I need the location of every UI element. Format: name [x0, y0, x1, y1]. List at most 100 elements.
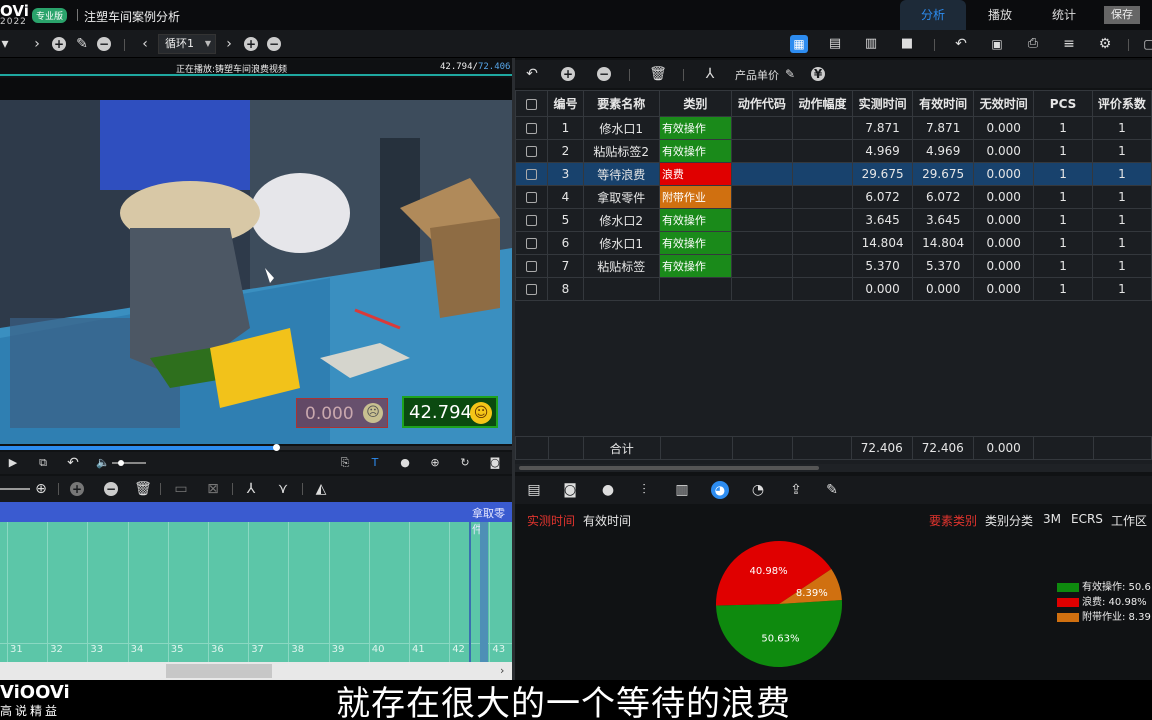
cell-measured[interactable]: 5.370 [852, 254, 914, 278]
cell-action-code[interactable] [730, 185, 793, 209]
cell-effective[interactable]: 4.969 [912, 139, 975, 163]
person-icon[interactable]: ⅄ [242, 480, 260, 498]
cell-effective[interactable]: 29.675 [912, 162, 975, 186]
pie-chart-icon[interactable]: ◕ [711, 481, 729, 499]
cell-name[interactable]: 拿取零件 [582, 185, 660, 209]
add-icon[interactable]: + [561, 67, 575, 81]
table-row[interactable]: 7 粘贴标签 有效操作 5.370 5.370 0.000 1 1 [515, 254, 1152, 278]
video-progress-knob[interactable] [273, 444, 281, 451]
cell-coef[interactable]: 1 [1091, 254, 1152, 278]
yen-icon[interactable]: ¥ [811, 67, 825, 81]
cell-coef[interactable]: 1 [1091, 208, 1152, 232]
chevron-right-icon[interactable]: › [28, 35, 46, 53]
text-icon[interactable]: T [366, 454, 384, 472]
loop-select[interactable]: 循环1 ▼ [158, 34, 216, 54]
microphone-icon[interactable]: ● [396, 454, 414, 472]
row-checkbox[interactable] [526, 284, 538, 295]
cell-select[interactable] [515, 277, 549, 301]
cell-effective[interactable]: 14.804 [912, 231, 975, 255]
refresh-icon[interactable]: ↻ [456, 454, 474, 472]
timeline-segment-bar[interactable]: 拿取零件 [0, 502, 512, 536]
tab-category-class[interactable]: 类别分类 [985, 512, 1033, 529]
cell-measured[interactable]: 7.871 [852, 116, 914, 140]
cell-action-range[interactable] [791, 185, 854, 209]
cell-pcs[interactable]: 1 [1033, 116, 1093, 140]
cell-no[interactable]: 8 [547, 277, 584, 301]
cell-select[interactable] [515, 185, 549, 209]
camera-icon[interactable]: ◙ [561, 481, 579, 499]
cell-select[interactable] [515, 139, 549, 163]
col-header-name[interactable]: 要素名称 [582, 90, 660, 117]
cell-action-range[interactable] [791, 162, 854, 186]
cell-no[interactable]: 7 [547, 254, 584, 278]
layout-single-icon[interactable]: ■ [898, 35, 916, 53]
chevron-right-icon[interactable]: › [220, 35, 238, 53]
cell-coef[interactable]: 1 [1091, 116, 1152, 140]
add-icon[interactable]: + [52, 37, 66, 51]
cell-invalid[interactable]: 0.000 [973, 254, 1035, 278]
cell-invalid[interactable]: 0.000 [973, 139, 1035, 163]
video-icon[interactable]: ▣ [988, 35, 1006, 53]
zoom-in-icon[interactable]: ⊕ [32, 480, 50, 498]
tab-workarea[interactable]: 工作区 [1111, 512, 1147, 529]
cell-action-range[interactable] [791, 139, 854, 163]
cell-measured[interactable]: 3.645 [852, 208, 914, 232]
cell-coef[interactable]: 1 [1091, 139, 1152, 163]
cell-effective[interactable]: 6.072 [912, 185, 975, 209]
remove-icon[interactable]: − [597, 67, 611, 81]
cell-measured[interactable]: 0.000 [852, 277, 914, 301]
cell-no[interactable]: 2 [547, 139, 584, 163]
trash-icon[interactable]: 🗑 [649, 65, 667, 83]
volume-slider[interactable] [112, 460, 146, 466]
cell-action-code[interactable] [730, 277, 793, 301]
col-header-action-range[interactable]: 动作幅度 [791, 90, 854, 117]
tab-stats[interactable]: 统计 [1036, 0, 1092, 30]
table-horizontal-scrollbar[interactable] [515, 464, 1152, 472]
volume-knob[interactable] [118, 460, 124, 466]
save-button[interactable]: 保存 [1104, 6, 1140, 24]
cell-invalid[interactable]: 0.000 [973, 116, 1035, 140]
cell-invalid[interactable]: 0.000 [973, 277, 1035, 301]
cell-measured[interactable]: 29.675 [852, 162, 914, 186]
replay-icon[interactable]: ↶ [64, 454, 82, 472]
dropdown-arrow-icon[interactable]: ▾ [0, 35, 14, 53]
layout-split-icon[interactable]: ▤ [826, 35, 844, 53]
chevron-left-icon[interactable]: ‹ [136, 35, 154, 53]
col-header-action-code[interactable]: 动作代码 [730, 90, 793, 117]
cell-effective[interactable]: 0.000 [912, 277, 975, 301]
cell-effective[interactable]: 5.370 [912, 254, 975, 278]
table-row[interactable]: 2 粘贴标签2 有效操作 4.969 4.969 0.000 1 1 [515, 139, 1152, 163]
col-header-no[interactable]: 编号 [547, 90, 584, 117]
layout-columns-icon[interactable]: ▥ [862, 35, 880, 53]
cell-name[interactable]: 修水口1 [582, 231, 660, 255]
remove-icon[interactable]: − [104, 482, 118, 496]
row-checkbox[interactable] [526, 192, 538, 203]
comment-icon[interactable]: ▤ [525, 481, 543, 499]
cell-coef[interactable]: 1 [1091, 185, 1152, 209]
tab-analysis[interactable]: 分析 [900, 0, 966, 30]
col-header-effective[interactable]: 有效时间 [912, 90, 975, 117]
edit-icon[interactable]: ✎ [823, 481, 841, 499]
cell-measured[interactable]: 4.969 [852, 139, 914, 163]
cell-action-code[interactable] [730, 139, 793, 163]
cell-pcs[interactable]: 1 [1033, 139, 1093, 163]
cell-invalid[interactable]: 0.000 [973, 231, 1035, 255]
microphone-icon[interactable]: ● [599, 481, 617, 499]
cell-effective[interactable]: 3.645 [912, 208, 975, 232]
split-icon[interactable]: ⋎ [274, 480, 292, 498]
edit-icon[interactable]: ✎ [781, 65, 799, 83]
table-row[interactable]: 8 0.000 0.000 0.000 1 1 [515, 277, 1152, 301]
cell-pcs[interactable]: 1 [1033, 162, 1093, 186]
table-row[interactable]: 1 修水口1 有效操作 7.871 7.871 0.000 1 1 [515, 116, 1152, 140]
cell-coef[interactable]: 1 [1091, 231, 1152, 255]
cell-action-range[interactable] [791, 254, 854, 278]
cell-action-range[interactable] [791, 208, 854, 232]
table-row[interactable]: 6 修水口1 有效操作 14.804 14.804 0.000 1 1 [515, 231, 1152, 255]
edit-icon[interactable]: ✎ [73, 35, 91, 53]
cell-name[interactable] [582, 277, 660, 301]
print-icon[interactable]: ⎙ [1024, 35, 1042, 53]
cell-action-code[interactable] [730, 254, 793, 278]
gear-icon[interactable]: ⚙ [1096, 35, 1114, 53]
frame-icon[interactable]: ⧉ [34, 454, 52, 472]
add-icon[interactable]: + [70, 482, 84, 496]
